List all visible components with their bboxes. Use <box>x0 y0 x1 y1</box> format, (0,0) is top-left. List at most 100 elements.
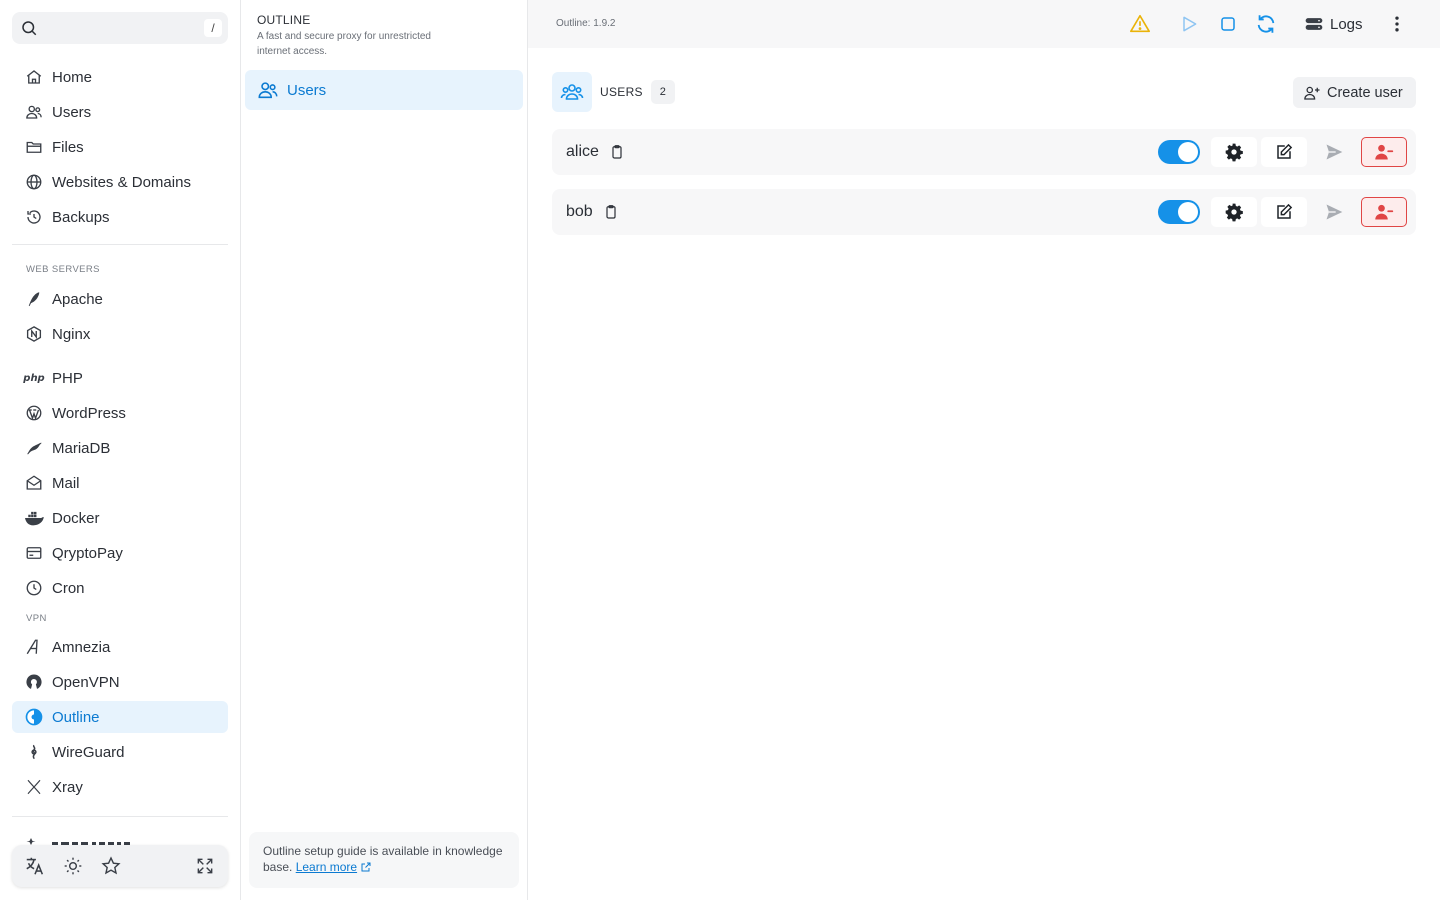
user-settings-button[interactable] <box>1211 197 1257 227</box>
sidebar-item-label: QryptoPay <box>52 544 123 562</box>
user-send-button[interactable] <box>1311 137 1357 167</box>
sidebar-item-cron[interactable]: Cron <box>12 572 228 604</box>
app-menu-users-label: Users <box>287 81 327 99</box>
learn-more-link[interactable]: Learn more <box>296 860 357 874</box>
translate-icon[interactable] <box>22 853 48 879</box>
external-link-icon <box>360 861 372 873</box>
amnezia-icon <box>24 637 44 657</box>
sidebar-divider <box>12 816 228 817</box>
sidebar-item-wireguard[interactable]: WireGuard <box>12 736 228 768</box>
sidebar-item-label: Xray <box>52 778 83 796</box>
fullscreen-icon[interactable] <box>192 853 218 879</box>
sidebar-item-docker[interactable]: Docker <box>12 502 228 534</box>
edit-icon <box>1275 143 1293 161</box>
app-description: A fast and secure proxy for unrestricted… <box>257 31 431 57</box>
top-toolbar: Outline: 1.9.2 Logs <box>528 0 1440 48</box>
sidebar-item-label: MariaDB <box>52 439 111 457</box>
user-delete-button[interactable] <box>1361 137 1407 167</box>
more-options-icon[interactable] <box>1385 12 1409 36</box>
user-settings-button[interactable] <box>1211 137 1257 167</box>
restart-icon[interactable] <box>1254 12 1278 36</box>
sidebar-item-xray[interactable]: Xray <box>12 771 228 803</box>
user-remove-icon <box>1374 142 1394 162</box>
payment-card-icon <box>24 543 44 563</box>
sidebar-item-label: Users <box>52 103 92 121</box>
sidebar-item-apache[interactable]: Apache <box>12 283 228 315</box>
user-name: bob <box>566 203 593 220</box>
sidebar-item-php[interactable]: php PHP <box>12 362 228 394</box>
section-label-vpn: VPN <box>26 613 47 624</box>
user-edit-button[interactable] <box>1261 137 1307 167</box>
sidebar-item-backups[interactable]: Backups <box>12 201 228 233</box>
users-icon <box>24 102 44 122</box>
sidebar-item-label: OpenVPN <box>52 673 120 691</box>
warning-icon[interactable] <box>1128 12 1152 36</box>
globe-icon <box>24 172 44 192</box>
users-icon <box>257 79 279 101</box>
user-delete-button[interactable] <box>1361 197 1407 227</box>
users-count-badge: 2 <box>650 80 675 104</box>
sidebar-item-label: Files <box>52 138 84 156</box>
copy-icon[interactable] <box>609 144 625 160</box>
wireguard-icon <box>24 742 44 762</box>
sidebar-item-mariadb[interactable]: MariaDB <box>12 432 228 464</box>
sidebar-item-label: WireGuard <box>52 743 125 761</box>
user-edit-button[interactable] <box>1261 197 1307 227</box>
sidebar-item-label: Outline <box>52 708 100 726</box>
users-section-title: USERS <box>600 85 643 99</box>
sidebar-item-label: Home <box>52 68 93 86</box>
outline-icon <box>24 707 44 727</box>
theme-sun-icon[interactable] <box>60 853 86 879</box>
start-play-icon[interactable] <box>1177 12 1201 36</box>
send-icon <box>1324 202 1344 222</box>
sidebar-item-wordpress[interactable]: WordPress <box>12 397 228 429</box>
setup-guide-notice: Outline setup guide is available in know… <box>249 832 519 888</box>
history-icon <box>24 207 44 227</box>
sidebar-item-files[interactable]: Files <box>12 131 228 163</box>
user-remove-icon <box>1374 202 1394 222</box>
clock-icon <box>24 578 44 598</box>
sidebar-item-outline[interactable]: Outline <box>12 701 228 733</box>
sidebar-item-home[interactable]: Home <box>12 61 228 93</box>
logs-icon <box>1304 14 1324 34</box>
copy-icon[interactable] <box>603 204 619 220</box>
sidebar-item-label: WordPress <box>52 404 126 422</box>
sidebar-item-users[interactable]: Users <box>12 96 228 128</box>
logs-label: Logs <box>1330 15 1363 33</box>
sidebar-item-label: Nginx <box>52 325 91 343</box>
sidebar-item-label: Websites & Domains <box>52 173 191 191</box>
sidebar-item-label: Cron <box>52 579 85 597</box>
user-enabled-toggle[interactable] <box>1158 200 1200 224</box>
sidebar-item-qryptopay[interactable]: QryptoPay <box>12 537 228 569</box>
create-user-button[interactable]: Create user <box>1293 77 1416 108</box>
gear-icon <box>1224 202 1244 222</box>
logs-button[interactable]: Logs <box>1304 12 1363 36</box>
sidebar-item-amnezia[interactable]: Amnezia <box>12 631 228 663</box>
users-section-header: USERS 2 <box>552 72 675 112</box>
folder-icon <box>24 137 44 157</box>
favorite-star-icon[interactable] <box>98 853 124 879</box>
app-menu-users[interactable]: Users <box>245 70 523 110</box>
user-row: bob <box>552 189 1416 235</box>
toggle-knob <box>1178 142 1198 162</box>
user-row: alice <box>552 129 1416 175</box>
php-icon: php <box>23 372 45 384</box>
sidebar-item-label: Apache <box>52 290 103 308</box>
stop-icon[interactable] <box>1216 12 1240 36</box>
main-content: Outline: 1.9.2 Logs USERS 2 Create user … <box>528 0 1440 900</box>
search-shortcut-key: / <box>204 19 222 37</box>
app-panel: OUTLINE A fast and secure proxy for unre… <box>241 0 528 900</box>
sidebar-item-label: Docker <box>52 509 100 527</box>
users-group-icon <box>552 72 592 112</box>
sidebar-item-openvpn[interactable]: OpenVPN <box>12 666 228 698</box>
user-send-button[interactable] <box>1311 197 1357 227</box>
search-input[interactable]: / <box>12 12 228 44</box>
user-enabled-toggle[interactable] <box>1158 140 1200 164</box>
send-icon <box>1324 142 1344 162</box>
sidebar-item-label: Mail <box>52 474 80 492</box>
sidebar-item-websites[interactable]: Websites & Domains <box>12 166 228 198</box>
sidebar-item-mail[interactable]: Mail <box>12 467 228 499</box>
sidebar-item-nginx[interactable]: Nginx <box>12 318 228 350</box>
xray-icon <box>24 777 44 797</box>
sidebar-item-label: Amnezia <box>52 638 111 656</box>
